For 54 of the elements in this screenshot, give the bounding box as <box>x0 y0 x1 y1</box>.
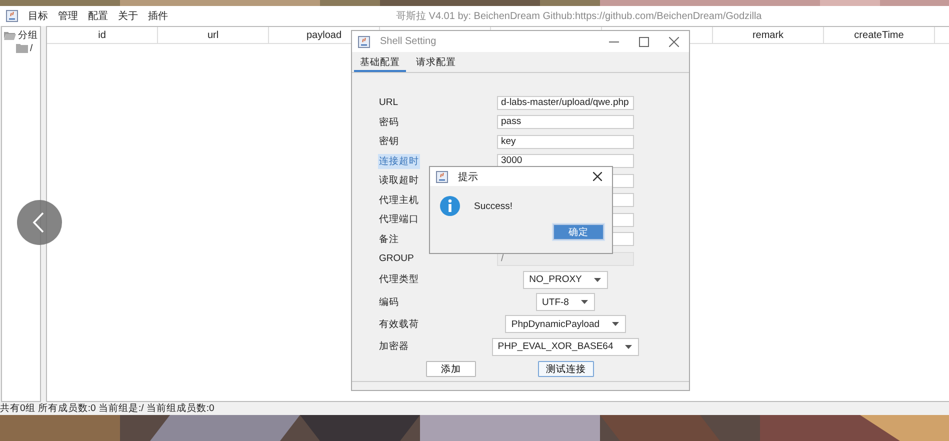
field-label: 备注 <box>378 232 400 247</box>
tab[interactable]: 请求配置 <box>410 55 462 72</box>
tab[interactable]: 基础配置 <box>354 55 406 72</box>
menu-item[interactable]: 管理 <box>58 9 78 23</box>
close-icon[interactable] <box>593 172 602 181</box>
app-icon <box>358 36 370 48</box>
dropdown[interactable]: PhpDynamicPayload <box>505 315 626 334</box>
maximize-icon[interactable] <box>639 36 649 46</box>
previous-button[interactable] <box>17 200 62 245</box>
info-icon <box>440 196 460 216</box>
caret-icon <box>594 278 601 282</box>
field-label: 密钥 <box>378 135 400 150</box>
input-field[interactable]: key <box>497 134 634 149</box>
dropdown[interactable]: NO_PROXY <box>523 270 608 289</box>
column-header[interactable]: createTime <box>824 27 935 43</box>
column-header[interactable]: remark <box>713 27 824 43</box>
ok-button[interactable]: 确定 <box>553 224 604 240</box>
button[interactable]: 添加 <box>426 361 476 378</box>
field-label: 代理主机 <box>378 194 420 208</box>
menu-item[interactable]: 配置 <box>88 9 108 23</box>
folder-icon <box>16 44 28 53</box>
message-text: Success! <box>474 200 513 212</box>
dialog-title: Shell Setting <box>380 36 436 47</box>
field-label: 加密器 <box>378 340 410 354</box>
caret-icon <box>625 344 632 349</box>
window-title: 哥斯拉 V4.01 by: BeichenDream Github:https://github.com/BeichenDream/Godzilla <box>396 10 762 23</box>
menu-item[interactable]: 关于 <box>118 9 138 23</box>
input-field[interactable]: d-labs-master/upload/qwe.php <box>497 96 634 110</box>
input-field[interactable]: pass <box>497 115 634 130</box>
column-header[interactable]: url <box>158 27 269 43</box>
menu-item[interactable]: 目标 <box>28 9 48 23</box>
caret-icon <box>580 300 588 304</box>
field-label: 代理端口 <box>378 213 420 228</box>
field-label: GROUP <box>378 252 415 266</box>
tree-item[interactable]: 分组 <box>18 29 38 42</box>
field-label: 密码 <box>378 116 400 130</box>
button[interactable]: 测试连接 <box>538 361 594 378</box>
close-icon[interactable] <box>669 36 679 46</box>
app-icon <box>6 10 18 22</box>
caret-icon <box>612 322 619 326</box>
app-icon <box>436 170 448 182</box>
menu-item[interactable]: 插件 <box>148 9 168 23</box>
dropdown[interactable]: PHP_EVAL_XOR_BASE64 <box>492 338 640 356</box>
field-label: 连接超时 <box>378 154 420 169</box>
tree-item[interactable]: / <box>30 43 33 54</box>
field-label: URL <box>378 96 400 110</box>
field-label: 有效载荷 <box>378 318 420 332</box>
column-header[interactable]: id <box>47 27 158 43</box>
dialog-title: 提示 <box>458 170 478 184</box>
field-label: 读取超时 <box>378 174 420 188</box>
status-text: 共有0组 所有成员数:0 当前组是:/ 当前组成员数:0 <box>0 402 216 415</box>
field-label: 编码 <box>378 296 400 310</box>
dropdown[interactable]: UTF-8 <box>536 293 595 312</box>
field-label: 代理类型 <box>378 273 420 288</box>
